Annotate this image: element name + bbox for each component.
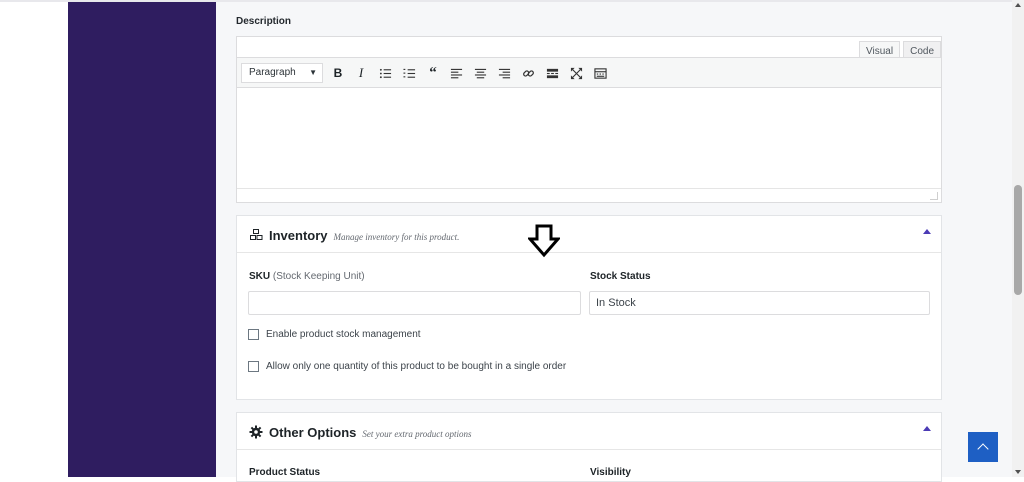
other-options-subtitle: Set your extra product options [362, 429, 472, 439]
align-right-icon[interactable] [495, 64, 513, 82]
inventory-panel: Inventory Manage inventory for this prod… [236, 215, 942, 400]
resize-handle-icon[interactable] [930, 192, 938, 200]
scroll-thumb[interactable] [1014, 185, 1022, 295]
toolbar-toggle-icon[interactable] [591, 64, 609, 82]
sku-hint: (Stock Keeping Unit) [272, 271, 365, 282]
other-options-heading: Other Options [269, 425, 357, 440]
editor-content-area[interactable] [237, 88, 941, 188]
manage-stock-checkbox[interactable] [248, 329, 259, 340]
bold-icon[interactable]: B [329, 64, 347, 82]
read-more-icon[interactable] [543, 64, 561, 82]
sku-label: SKU (Stock Keeping Unit) [249, 271, 365, 282]
italic-icon[interactable]: I [352, 64, 370, 82]
align-left-icon[interactable] [447, 64, 465, 82]
arrow-down-icon [528, 224, 560, 258]
blockquote-icon[interactable]: “ [424, 64, 442, 82]
description-label: Description [236, 16, 292, 27]
collapse-icon[interactable] [923, 229, 931, 234]
sku-label-text: SKU [249, 271, 271, 282]
manage-stock-label: Enable product stock management [266, 329, 421, 340]
chevron-up-icon [977, 443, 989, 455]
fullscreen-icon[interactable] [567, 64, 585, 82]
cubes-icon [249, 228, 263, 242]
other-options-title: Other Options Set your extra product opt… [249, 423, 472, 440]
collapse-icon[interactable] [923, 426, 931, 431]
description-editor: Visual Code Paragraph ▼ B I “ [236, 36, 942, 203]
page-scrollbar[interactable] [1012, 0, 1024, 477]
single-quantity-option[interactable]: Allow only one quantity of this product … [248, 361, 566, 372]
scroll-down-icon[interactable] [1015, 470, 1021, 474]
back-to-top-button[interactable] [968, 432, 998, 462]
inventory-panel-header[interactable]: Inventory Manage inventory for this prod… [237, 216, 941, 253]
stock-status-label: Stock Status [590, 271, 651, 282]
other-options-panel-header[interactable]: Other Options Set your extra product opt… [237, 413, 941, 450]
sku-input[interactable] [248, 291, 581, 315]
product-status-label: Product Status [249, 467, 321, 478]
format-select[interactable]: Paragraph ▼ [241, 63, 323, 83]
numbered-list-icon[interactable] [400, 64, 418, 82]
editor-toolbar: Paragraph ▼ B I “ [237, 57, 941, 88]
inventory-heading: Inventory [269, 228, 328, 243]
inventory-subtitle: Manage inventory for this product. [333, 232, 460, 242]
bullet-list-icon[interactable] [376, 64, 394, 82]
gear-icon [249, 425, 263, 439]
other-options-panel: Other Options Set your extra product opt… [236, 412, 942, 482]
manage-stock-option[interactable]: Enable product stock management [248, 329, 421, 340]
link-icon[interactable] [519, 64, 537, 82]
stock-status-select[interactable]: In Stock [589, 291, 930, 315]
scroll-up-icon[interactable] [1015, 3, 1021, 7]
chevron-down-icon: ▼ [309, 68, 317, 77]
single-quantity-checkbox[interactable] [248, 361, 259, 372]
single-quantity-label: Allow only one quantity of this product … [266, 361, 567, 372]
align-center-icon[interactable] [471, 64, 489, 82]
sidebar [68, 2, 216, 477]
editor-statusbar [237, 188, 941, 202]
format-select-value: Paragraph [249, 67, 296, 78]
visibility-label: Visibility [590, 467, 631, 478]
inventory-title: Inventory Manage inventory for this prod… [249, 226, 459, 243]
